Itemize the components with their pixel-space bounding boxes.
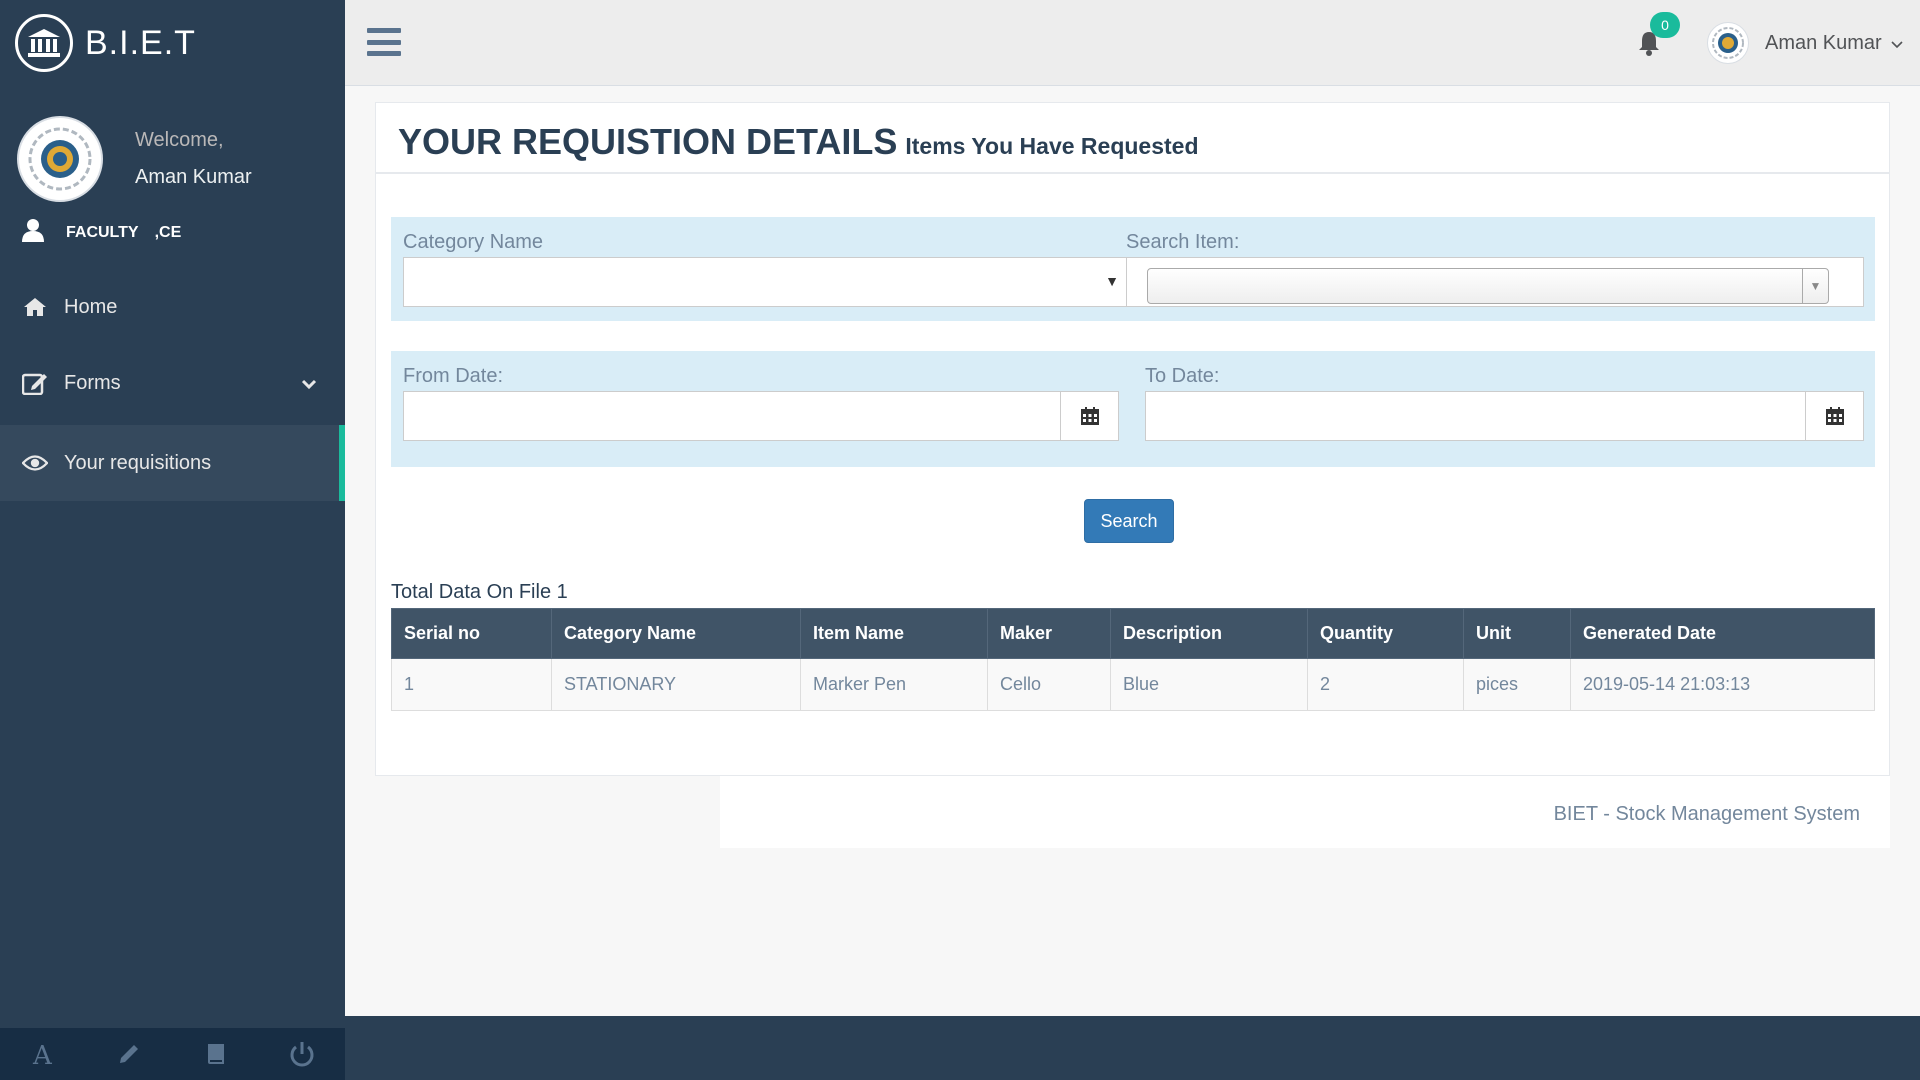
table-cell: 1 — [391, 658, 552, 711]
main-panel: YOUR REQUISTION DETAILS Items You Have R… — [375, 102, 1890, 776]
user-menu[interactable]: Aman Kumar — [1765, 32, 1903, 55]
sidebar-footer: A — [0, 1028, 345, 1080]
category-select[interactable]: ▼ — [403, 257, 1128, 307]
institution-icon — [15, 14, 73, 72]
title-divider — [376, 172, 1889, 174]
notification-badge: 0 — [1650, 12, 1680, 38]
power-icon[interactable] — [259, 1028, 345, 1080]
from-date-label: From Date: — [403, 365, 504, 387]
table-header-row: Serial no Category Name Item Name Maker … — [391, 608, 1875, 659]
profile-name: Aman Kumar — [135, 166, 252, 188]
user-name-label: Aman Kumar — [1765, 32, 1882, 54]
profile-avatar — [17, 116, 103, 202]
calendar-icon[interactable] — [1805, 392, 1863, 440]
role-dept: ,CE — [154, 223, 182, 241]
table-cell: Blue — [1110, 658, 1308, 711]
table-row: 1 STATIONARY Marker Pen Cello Blue 2 pic… — [391, 658, 1875, 711]
brand[interactable]: B.I.E.T — [0, 0, 345, 86]
svg-text:A: A — [32, 1042, 53, 1066]
table-cell: 2019-05-14 21:03:13 — [1570, 658, 1875, 711]
search-item-field: ▼ — [1126, 257, 1864, 307]
table-cell: 2 — [1307, 658, 1464, 711]
from-date-input[interactable] — [403, 391, 1119, 441]
search-item-label: Search Item: — [1126, 231, 1240, 253]
table-cell: pices — [1463, 658, 1571, 711]
chevron-down-icon — [1891, 41, 1903, 49]
user-icon — [22, 218, 44, 247]
role-line: FACULTY ,CE — [0, 202, 345, 247]
search-button[interactable]: Search — [1084, 499, 1174, 543]
category-label: Category Name — [403, 231, 544, 253]
sidebar-item-requisitions[interactable]: Your requisitions — [0, 425, 345, 501]
column-header: Quantity — [1307, 608, 1464, 659]
to-date-input[interactable] — [1145, 391, 1864, 441]
bottom-bar — [345, 1016, 1920, 1080]
caret-down-icon: ▼ — [1802, 269, 1828, 303]
page-subtitle: Items You Have Requested — [905, 133, 1199, 159]
column-header: Unit — [1463, 608, 1571, 659]
search-item-select[interactable]: ▼ — [1147, 268, 1829, 304]
to-date-label: To Date: — [1145, 365, 1220, 387]
font-icon[interactable]: A — [0, 1028, 86, 1080]
requisition-table: Serial no Category Name Item Name Maker … — [391, 608, 1875, 711]
home-icon — [22, 297, 48, 317]
welcome-text: Welcome, — [135, 129, 224, 151]
column-header: Description — [1110, 608, 1308, 659]
book-icon[interactable] — [173, 1028, 259, 1080]
footer-text: BIET - Stock Management System — [1553, 803, 1860, 825]
column-header: Category Name — [551, 608, 801, 659]
calendar-icon[interactable] — [1060, 392, 1118, 440]
total-data-label: Total Data On File 1 — [391, 581, 568, 603]
page-title: YOUR REQUISTION DETAILS — [398, 121, 898, 162]
brand-title: B.I.E.T — [85, 23, 196, 62]
eye-icon — [22, 454, 48, 472]
caret-down-icon: ▼ — [1105, 273, 1119, 289]
column-header: Item Name — [800, 608, 988, 659]
column-header: Serial no — [391, 608, 552, 659]
sidebar-menu: Home Forms Your requisitions — [0, 269, 345, 501]
sidebar-item-home[interactable]: Home — [0, 269, 345, 345]
sidebar-item-label: Your requisitions — [64, 451, 212, 474]
menu-toggle-icon[interactable] — [367, 28, 401, 56]
filter-row-1: Category Name ▼ Search Item: ▼ — [391, 217, 1875, 321]
table-cell: Cello — [987, 658, 1111, 711]
column-header: Generated Date — [1570, 608, 1875, 659]
page-footer: BIET - Stock Management System — [720, 776, 1890, 848]
chevron-down-icon — [301, 373, 317, 396]
column-header: Maker — [987, 608, 1111, 659]
profile-section: Welcome, Aman Kumar — [0, 86, 345, 202]
pencil-icon[interactable] — [86, 1028, 172, 1080]
edit-icon — [22, 371, 48, 395]
sidebar-item-forms[interactable]: Forms — [0, 345, 345, 421]
sidebar-item-label: Home — [64, 295, 118, 318]
filter-row-2: From Date: To Date: — [391, 351, 1875, 467]
sidebar-item-label: Forms — [64, 371, 121, 394]
table-cell: STATIONARY — [551, 658, 801, 711]
role-text: FACULTY — [66, 223, 139, 241]
panel-title: YOUR REQUISTION DETAILS Items You Have R… — [398, 121, 1199, 163]
table-cell: Marker Pen — [800, 658, 988, 711]
sidebar: B.I.E.T Welcome, Aman Kumar FACULTY ,CE … — [0, 0, 345, 1080]
top-navbar: 0 Aman Kumar — [345, 0, 1920, 86]
user-avatar[interactable] — [1707, 22, 1749, 64]
